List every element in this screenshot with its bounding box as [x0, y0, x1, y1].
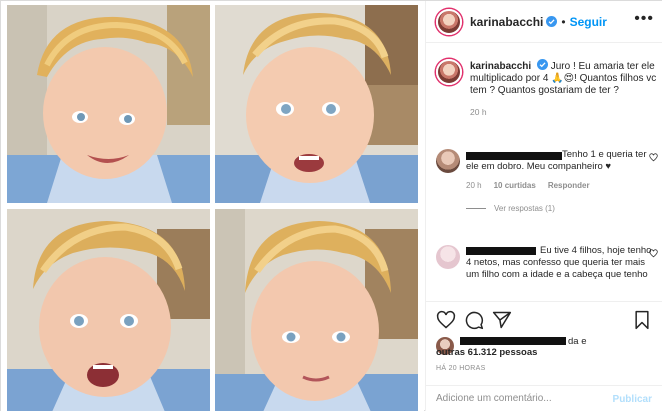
- likes-count[interactable]: outras 61.312 pessoas: [436, 347, 537, 358]
- view-replies-button[interactable]: Ver respostas (1): [466, 204, 658, 213]
- redacted-username: [460, 337, 566, 345]
- comment-icon[interactable]: [464, 310, 484, 330]
- follow-button[interactable]: Seguir: [570, 15, 607, 29]
- photo-calm: [215, 209, 418, 411]
- photo-smiling: [7, 5, 210, 203]
- comment-likes-count[interactable]: 10 curtidas: [494, 181, 536, 190]
- author-avatar[interactable]: [436, 8, 462, 35]
- photo-talking: [215, 5, 418, 203]
- comment-meta: 20 h 10 curtidas Responder: [466, 181, 658, 190]
- author-username[interactable]: karinabacchi: [470, 15, 543, 29]
- verified-badge-icon: [546, 16, 558, 27]
- commenter-avatar[interactable]: [436, 149, 460, 173]
- caption-username[interactable]: karinabacchi: [470, 61, 531, 72]
- replies-line: [466, 208, 486, 209]
- photo-surprised: [7, 209, 210, 411]
- heart-icon[interactable]: [436, 310, 456, 330]
- post-side-panel: karinabacchi • Seguir ••• karinabacchi J…: [425, 1, 662, 411]
- post-timestamp: HÁ 20 HORAS: [436, 365, 486, 372]
- separator-dot: •: [561, 14, 566, 29]
- comment-time: 20 h: [466, 181, 482, 190]
- comment-like-heart-icon[interactable]: [649, 153, 658, 162]
- send-icon[interactable]: [492, 310, 512, 330]
- caption-avatar[interactable]: [436, 59, 462, 85]
- redacted-username: [466, 247, 536, 255]
- comment-1: Tenho 1 e queria ter ele em dobro. Meu c…: [436, 149, 658, 213]
- commenter-avatar[interactable]: [436, 245, 460, 269]
- publish-button[interactable]: Publicar: [613, 394, 652, 405]
- reply-button[interactable]: Responder: [548, 181, 590, 190]
- comment-like-heart-icon[interactable]: [649, 249, 658, 258]
- add-comment-input[interactable]: [436, 393, 606, 404]
- likes-connector: da e: [568, 336, 587, 347]
- view-replies-label: Ver respostas (1): [494, 204, 555, 213]
- instagram-post: karinabacchi • Seguir ••• karinabacchi J…: [0, 0, 662, 411]
- more-options-icon[interactable]: •••: [634, 11, 654, 27]
- post-header: karinabacchi • Seguir •••: [426, 1, 662, 43]
- caption-text: karinabacchi Juro ! Eu amaria ter ele mu…: [470, 59, 658, 97]
- verified-badge-icon: [536, 59, 548, 70]
- likes-summary: da e outras 61.312 pessoas: [436, 333, 658, 363]
- caption-time: 20 h: [470, 107, 487, 117]
- add-comment-bar: Publicar: [426, 385, 662, 411]
- post-media[interactable]: [1, 1, 424, 411]
- bookmark-icon[interactable]: [632, 310, 652, 330]
- post-caption: karinabacchi Juro ! Eu amaria ter ele mu…: [436, 59, 658, 117]
- comment-2: Eu tive 4 filhos, hoje tenho 4 netos, ma…: [436, 245, 658, 281]
- redacted-username: [466, 152, 562, 160]
